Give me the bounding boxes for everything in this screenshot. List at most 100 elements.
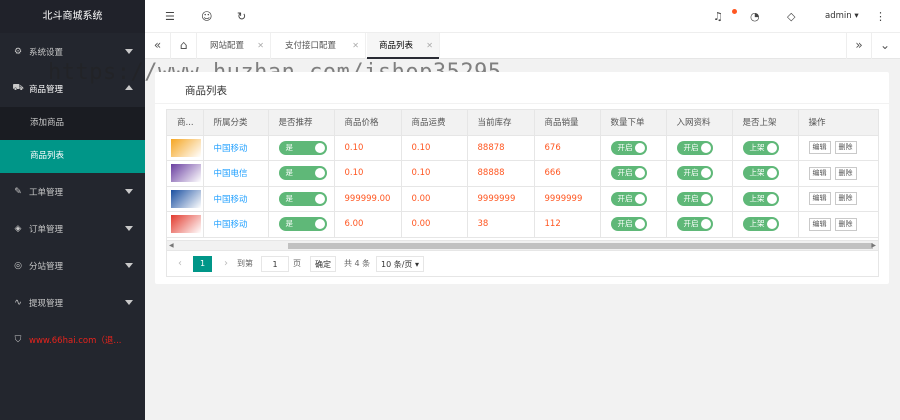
network-info-toggle[interactable]: 开启 xyxy=(676,140,713,155)
tab-site-config[interactable]: 网站配置 ✕ xyxy=(198,33,271,59)
more-vertical-icon[interactable]: ⋮ xyxy=(875,10,886,23)
col-header: 所属分类 xyxy=(203,110,269,136)
goto-label: 到第 xyxy=(237,259,253,268)
shield-icon: ⛉ xyxy=(14,334,22,345)
col-header: 数量下单 xyxy=(600,110,667,136)
stock-cell: 88878 xyxy=(467,135,535,161)
pagination: ‹ 1 › 到第 1 页 确定 共 4 条 10 条/页 ▾ xyxy=(166,250,879,277)
network-info-toggle[interactable]: 开启 xyxy=(676,191,713,206)
tabs-scroll-right-icon[interactable]: » xyxy=(846,33,872,59)
delete-button[interactable]: 删除 xyxy=(834,141,857,155)
quantity-order-toggle[interactable]: 开启 xyxy=(610,191,647,206)
price-cell: 0.10 xyxy=(334,135,402,161)
page-jump-input[interactable]: 1 xyxy=(261,256,289,272)
horizontal-scrollbar[interactable]: ◀ ▶ xyxy=(167,240,878,250)
shelf-toggle[interactable]: 上架 xyxy=(742,166,779,181)
username: admin xyxy=(825,11,852,21)
recommend-toggle[interactable]: 是 xyxy=(278,217,327,232)
close-icon[interactable]: ✕ xyxy=(257,33,264,59)
col-header: 商品运费 xyxy=(401,110,468,136)
shelf-toggle[interactable]: 上架 xyxy=(742,140,779,155)
network-info-toggle[interactable]: 开启 xyxy=(676,217,713,232)
close-icon[interactable]: ✕ xyxy=(426,33,433,59)
bell-icon[interactable]: ♫ xyxy=(713,10,723,23)
quantity-order-toggle[interactable]: 开启 xyxy=(610,217,647,232)
chevron-down-icon xyxy=(125,226,133,231)
stock-cell: 9999999 xyxy=(467,186,535,212)
gear-icon: ⚙ xyxy=(13,46,23,57)
sidebar-subitem-goods-list[interactable]: 商品列表 xyxy=(0,140,145,173)
freight-cell: 0.00 xyxy=(401,211,468,238)
submenu-goods: 添加商品 商品列表 xyxy=(0,107,145,173)
tag-icon[interactable]: ◇ xyxy=(787,10,795,23)
edit-button[interactable]: 编辑 xyxy=(808,166,831,180)
edit-button[interactable]: 编辑 xyxy=(808,141,831,155)
globe-icon: ◎ xyxy=(14,260,22,271)
shelf-toggle[interactable]: 上架 xyxy=(742,217,779,232)
delete-button[interactable]: 删除 xyxy=(834,217,857,231)
menu-fold-icon[interactable]: ☰ xyxy=(165,10,175,23)
caret-down-icon: ▾ xyxy=(854,11,859,21)
stock-cell: 88888 xyxy=(467,160,535,187)
page-size-select[interactable]: 10 条/页 ▾ xyxy=(376,256,424,272)
page-button-current[interactable]: 1 xyxy=(193,256,212,272)
table-row: 中国移动是 6.00 0.00 38 112 开启 开启 上架 编辑 删除 xyxy=(167,211,878,238)
sidebar-item-logout-link[interactable]: ⛉ www.66hai.com（退... xyxy=(0,321,145,358)
home-icon[interactable]: ⌂ xyxy=(171,33,197,59)
delete-button[interactable]: 删除 xyxy=(834,166,857,180)
sidebar-item-label: 系统设置 xyxy=(29,47,64,58)
top-header: ☰ ☺ ↻ ♫ ◔ ◇ admin ▾ ⋮ xyxy=(145,0,900,33)
total-count: 共 4 条 xyxy=(344,259,371,268)
product-thumbnail[interactable] xyxy=(171,138,201,157)
category-link[interactable]: 中国电信 xyxy=(203,160,269,187)
palette-icon[interactable]: ☺ xyxy=(201,10,212,23)
category-link[interactable]: 中国移动 xyxy=(203,186,269,212)
sidebar-item-orders[interactable]: ◈ 订单管理 xyxy=(0,210,145,247)
col-header: 是否推荐 xyxy=(268,110,335,136)
confirm-button[interactable]: 确定 xyxy=(310,256,336,272)
quantity-order-toggle[interactable]: 开启 xyxy=(610,140,647,155)
dashboard-icon[interactable]: ◔ xyxy=(750,10,760,23)
prev-page-icon[interactable]: ‹ xyxy=(173,256,187,272)
sidebar-item-substations[interactable]: ◎ 分站管理 xyxy=(0,247,145,284)
tabs-dropdown-icon[interactable]: ⌄ xyxy=(872,33,898,59)
refresh-icon[interactable]: ↻ xyxy=(237,10,246,23)
sidebar-item-tickets[interactable]: ✎ 工单管理 xyxy=(0,173,145,210)
ticket-icon: ✎ xyxy=(14,186,22,197)
edit-button[interactable]: 编辑 xyxy=(808,217,831,231)
sidebar-item-label: www.66hai.com（退... xyxy=(29,335,122,346)
edit-button[interactable]: 编辑 xyxy=(808,192,831,206)
tab-label: 支付接口配置 xyxy=(285,41,337,51)
recommend-toggle[interactable]: 是 xyxy=(278,140,327,155)
category-link[interactable]: 中国移动 xyxy=(203,211,269,238)
tabs-scroll-left-icon[interactable]: « xyxy=(145,33,171,59)
network-info-toggle[interactable]: 开启 xyxy=(676,166,713,181)
table-row: 中国电信是 0.10 0.10 88888 666 开启 开启 上架 编辑 删除 xyxy=(167,160,878,187)
sidebar-item-label: 提现管理 xyxy=(29,298,64,309)
category-link[interactable]: 中国移动 xyxy=(203,135,269,161)
freight-cell: 0.10 xyxy=(401,160,468,187)
sidebar-subitem-add-goods[interactable]: 添加商品 xyxy=(0,107,145,140)
tab-label: 商品列表 xyxy=(379,41,414,51)
product-thumbnail[interactable] xyxy=(171,215,201,234)
next-page-icon[interactable]: › xyxy=(219,256,233,272)
sidebar-item-withdraw[interactable]: ∿ 提现管理 xyxy=(0,284,145,321)
quantity-order-toggle[interactable]: 开启 xyxy=(610,166,647,181)
col-header: 入网资料 xyxy=(666,110,733,136)
scrollbar-thumb[interactable] xyxy=(288,243,873,249)
tab-payment-config[interactable]: 支付接口配置 ✕ xyxy=(273,33,366,59)
table-row: 中国移动是 999999.00 0.00 9999999 9999999 开启 开启 上架 编辑… xyxy=(167,186,878,212)
recommend-toggle[interactable]: 是 xyxy=(278,166,327,181)
sales-cell: 666 xyxy=(534,160,601,187)
notification-dot xyxy=(732,9,737,14)
user-menu[interactable]: admin ▾ xyxy=(825,11,859,21)
shelf-toggle[interactable]: 上架 xyxy=(742,191,779,206)
product-thumbnail[interactable] xyxy=(171,189,201,208)
delete-button[interactable]: 删除 xyxy=(834,192,857,206)
tab-goods-list[interactable]: 商品列表 ✕ xyxy=(367,33,440,59)
product-thumbnail[interactable] xyxy=(171,164,201,183)
recommend-toggle[interactable]: 是 xyxy=(278,191,327,206)
app-title: 北斗商城系统 xyxy=(0,0,145,33)
close-icon[interactable]: ✕ xyxy=(352,33,359,59)
freight-cell: 0.00 xyxy=(401,186,468,212)
